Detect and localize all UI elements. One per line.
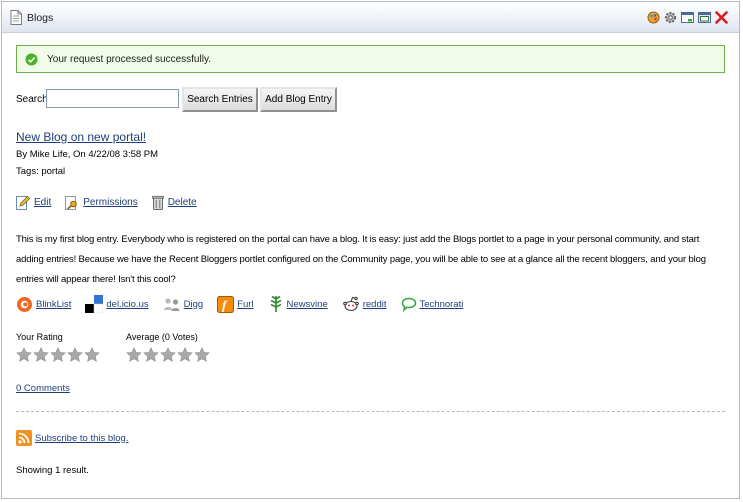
entry-title-link[interactable]: New Blog on new portal! [16, 130, 146, 144]
star-icon[interactable] [67, 347, 83, 363]
key-icon [65, 196, 78, 210]
furl-bookmark[interactable]: f Furl [217, 295, 254, 313]
trash-icon [151, 195, 164, 210]
search-input[interactable] [46, 89, 179, 108]
star-icon[interactable] [50, 347, 66, 363]
subscribe-action[interactable]: Subscribe to this blog. [16, 430, 128, 446]
newsvine-icon [270, 295, 281, 312]
blinklist-bookmark[interactable]: BlinkList [16, 296, 71, 313]
delete-action[interactable]: Delete [151, 195, 197, 210]
document-icon [10, 10, 22, 25]
star-icon [160, 347, 176, 362]
star-icon[interactable] [33, 347, 49, 363]
look-and-feel-icon[interactable] [646, 11, 661, 24]
close-icon[interactable] [714, 11, 729, 24]
blogs-portlet: Blogs Your request processed successfull… [1, 1, 740, 499]
edit-action[interactable]: Edit [16, 195, 51, 210]
blinklist-icon [17, 296, 32, 312]
star-icon [126, 347, 142, 362]
success-message: Your request processed successfully. [47, 54, 211, 65]
entry-body: This is my first blog entry. Everybody w… [16, 234, 706, 285]
permissions-action[interactable]: Permissions [65, 195, 138, 210]
permissions-link[interactable]: Permissions [83, 197, 137, 208]
reddit-bookmark[interactable]: reddit [342, 295, 387, 313]
average-rating-stars [126, 347, 210, 363]
entry-tags: Tags: portal [16, 166, 66, 177]
entry-byline: By Mike Life, On 4/22/08 3:58 PM [16, 149, 159, 160]
search-entries-button[interactable]: Search Entries [182, 87, 258, 112]
check-circle-icon [25, 53, 38, 66]
divider [16, 411, 725, 412]
configuration-icon[interactable] [663, 11, 678, 24]
star-icon[interactable] [84, 347, 100, 363]
portlet-titlebar: Blogs [2, 2, 739, 33]
reddit-icon [342, 296, 359, 311]
newsvine-bookmark[interactable]: Newsvine [268, 295, 328, 313]
comments-link[interactable]: 0 Comments [16, 383, 70, 394]
star-icon [143, 347, 159, 362]
edit-link[interactable]: Edit [34, 197, 51, 208]
social-bookmarks: BlinkList del.icio.us Digg f Furl Newsvi… [16, 295, 477, 313]
star-icon [177, 347, 193, 362]
portlet-toolbar [646, 11, 729, 24]
subscribe-link[interactable]: Subscribe to this blog. [35, 433, 128, 444]
average-rating-label: Average (0 Votes) [126, 332, 198, 342]
search-label: Search [16, 94, 48, 105]
delicious-bookmark[interactable]: del.icio.us [85, 295, 149, 313]
success-message-box: Your request processed successfully. [16, 45, 725, 73]
digg-bookmark[interactable]: Digg [163, 297, 203, 312]
digg-icon [163, 297, 180, 311]
minimize-icon[interactable] [680, 11, 695, 24]
results-count: Showing 1 result. [16, 465, 89, 476]
maximize-icon[interactable] [697, 11, 712, 24]
star-icon [194, 347, 210, 362]
add-blog-entry-button[interactable]: Add Blog Entry [260, 87, 337, 112]
edit-icon [16, 195, 30, 210]
technorati-bookmark[interactable]: Technorati [401, 297, 463, 312]
rss-icon [16, 430, 32, 446]
furl-icon: f [217, 295, 235, 313]
portlet-title: Blogs [27, 12, 54, 24]
star-icon[interactable] [16, 347, 32, 363]
technorati-icon [401, 297, 416, 312]
entry-actions: Edit Permissions Delete [16, 195, 211, 210]
delicious-icon [85, 295, 104, 313]
your-rating-label: Your Rating [16, 332, 63, 342]
delete-link[interactable]: Delete [168, 197, 197, 208]
your-rating-stars[interactable] [16, 347, 100, 363]
